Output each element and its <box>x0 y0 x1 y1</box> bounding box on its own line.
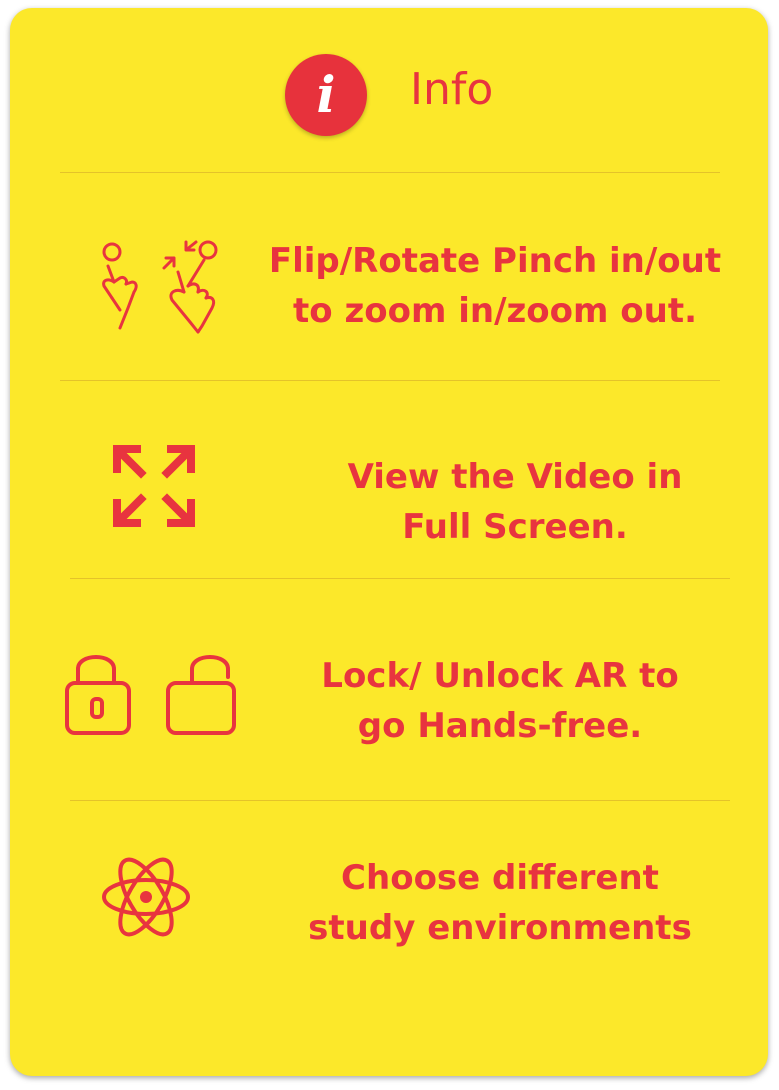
instruction-text: View the Video in Full Screen. <box>285 452 745 552</box>
page-title: Info <box>410 64 494 115</box>
instruction-line: Lock/ Unlock AR to <box>321 656 679 696</box>
fullscreen-icon <box>111 443 197 529</box>
instruction-line: Choose different <box>341 858 659 898</box>
instruction-text: Choose different study environments <box>275 853 725 953</box>
info-card: i Info Flip/Rotate Pinch in/out to zoom … <box>10 8 768 1076</box>
instruction-lock-ar: Lock/ Unlock AR to go Hands-free. <box>10 579 768 800</box>
instruction-line: Flip/Rotate Pinch in/out <box>268 241 722 281</box>
instruction-fullscreen: View the Video in Full Screen. <box>10 381 768 579</box>
instruction-environments: Choose different study environments <box>10 801 768 1001</box>
instruction-line: to zoom in/zoom out. <box>293 291 697 331</box>
instruction-text: Lock/ Unlock AR to go Hands-free. <box>275 651 725 751</box>
instruction-line: study environments <box>308 908 692 948</box>
instruction-line: View the Video in <box>347 457 683 497</box>
lock-unlock-icon <box>64 647 244 737</box>
pinch-gesture-icon <box>98 238 228 334</box>
instruction-line: go Hands-free. <box>357 706 643 746</box>
instruction-pinch-zoom: Flip/Rotate Pinch in/out to zoom in/zoom… <box>10 173 768 380</box>
info-badge-glyph: i <box>316 65 336 124</box>
atom-icon <box>100 851 192 943</box>
info-header: i Info <box>10 46 768 136</box>
instruction-line: Full Screen. <box>402 507 628 547</box>
info-icon: i <box>285 54 367 136</box>
instruction-text: Flip/Rotate Pinch in/out to zoom in/zoom… <box>255 236 735 336</box>
